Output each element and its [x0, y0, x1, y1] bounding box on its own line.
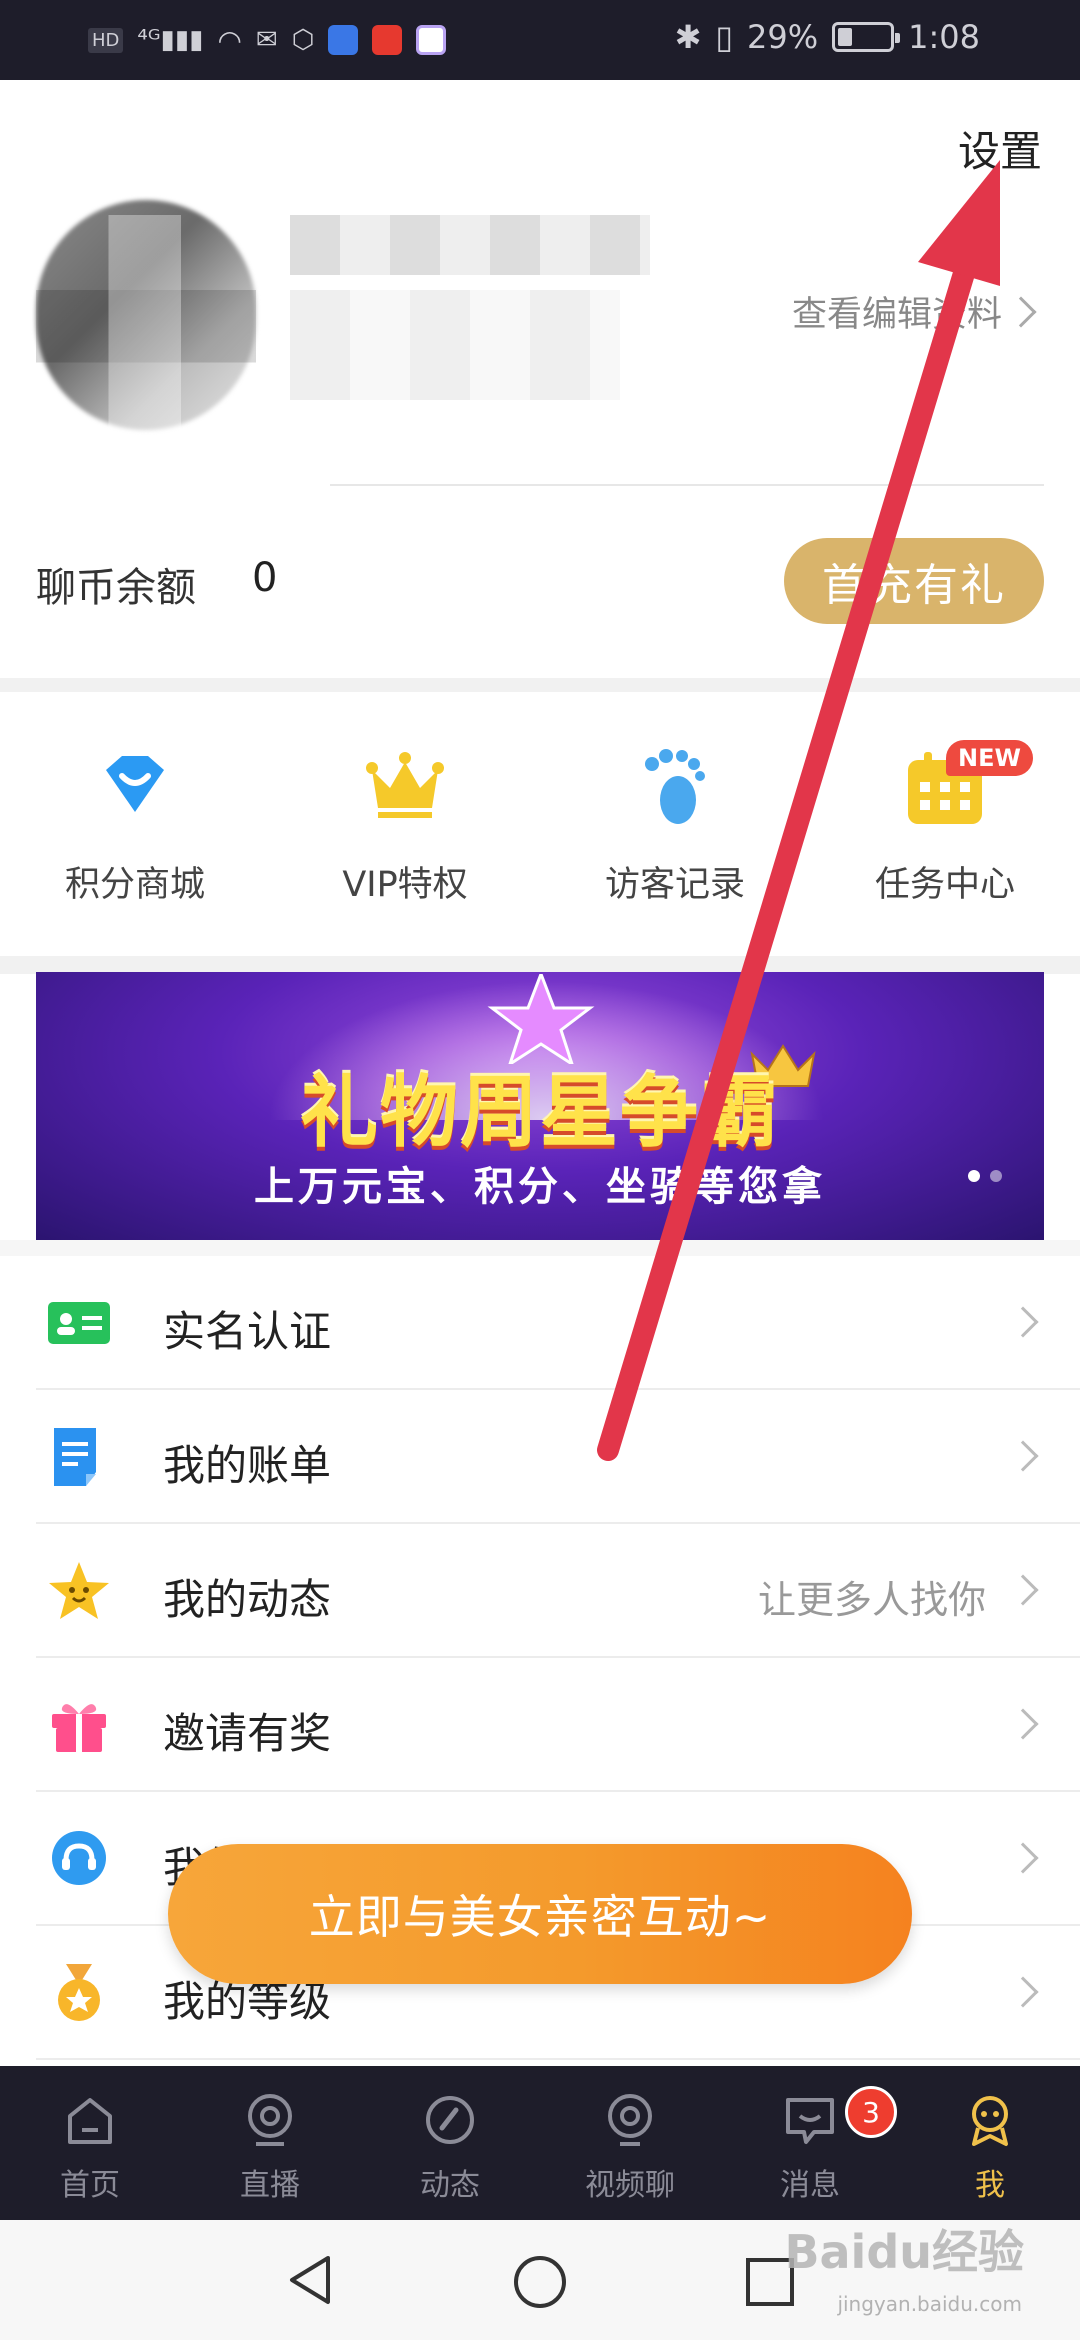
section-gap [0, 1240, 1080, 1256]
nav-tab-me[interactable]: 我 [900, 2066, 1080, 2220]
chevron-right-icon [1005, 295, 1037, 328]
chevron-right-icon [1007, 1842, 1039, 1874]
home-icon [68, 2098, 112, 2144]
status-right: ✱ ▯ 29% 1:08 [675, 18, 980, 56]
bluetooth-icon: ✱ [674, 18, 702, 56]
user-info-blurred [290, 290, 620, 400]
star-icon [49, 1562, 109, 1619]
message-icon [786, 2098, 834, 2144]
chevron-right-icon [1007, 1976, 1039, 2008]
footprint-icon [645, 749, 705, 824]
back-icon[interactable] [284, 2252, 336, 2308]
status-bar: HD ⁴ᴳ▮▮▮ ◠ ✉ ⬡ ✱ ▯ 29% 1:08 [0, 0, 1080, 80]
nav-label: 首页 [60, 2168, 120, 2203]
chevron-right-icon [1007, 1440, 1039, 1472]
menu-label: 邀请有奖 [163, 1709, 332, 1758]
battery-icon [832, 22, 901, 52]
edit-profile-link[interactable]: 查看编辑资料 [791, 286, 1037, 337]
quick-actions: 积分商城 VIP特权 访客记录 任务中心 [0, 692, 1080, 956]
page-dot-active [968, 1170, 980, 1182]
divider [330, 484, 1044, 486]
id-card-icon [48, 1302, 110, 1344]
nav-label: 视频聊 [585, 2168, 675, 2203]
menu-hint: 让更多人找你 [757, 1578, 986, 1622]
quick-label: VIP特权 [342, 865, 468, 905]
banner-title: 礼物周星争霸 [299, 1068, 780, 1158]
nav-tab-video-chat[interactable]: 视频聊 [540, 2066, 720, 2220]
section-gap [0, 678, 1080, 692]
banner-subtitle: 上万元宝、积分、坐骑等您拿 [254, 1164, 826, 1210]
menu-label: 我的动态 [163, 1575, 332, 1624]
nav-tab-moments[interactable]: 动态 [360, 2066, 540, 2220]
medal-icon [58, 1964, 100, 2021]
avatar-pixelation [36, 215, 256, 435]
menu-label: 实名认证 [163, 1307, 332, 1356]
quick-label: 积分商城 [64, 865, 205, 905]
menu-item-real-name[interactable]: 实名认证 [0, 1256, 1080, 1390]
menu-item-moments[interactable]: 我的动态 让更多人找你 [0, 1524, 1080, 1658]
chevron-right-icon [1007, 1708, 1039, 1740]
username-blurred [290, 215, 650, 275]
music-app-icon [328, 25, 359, 55]
home-circle-icon[interactable] [512, 2254, 568, 2310]
quick-item-visitors[interactable]: 访客记录 [540, 692, 810, 956]
gift-icon [52, 1704, 106, 1752]
menu-item-bill[interactable]: 我的账单 [0, 1390, 1080, 1524]
wifi-icon: ◠ [217, 23, 242, 57]
mail-icon: ✉ [255, 25, 278, 55]
nav-label: 直播 [240, 2168, 300, 2203]
quick-label: 访客记录 [604, 865, 745, 905]
balance-label: 聊币余额 [36, 565, 196, 611]
quick-item-task-center[interactable]: 任务中心 [810, 692, 1080, 956]
divider [36, 2058, 1080, 2060]
crown-icon [366, 752, 444, 818]
profile-icon [972, 2096, 1008, 2146]
hexagon-icon: ⬡ [291, 25, 315, 55]
chevron-right-icon [1007, 1306, 1039, 1338]
first-recharge-button[interactable]: 首充有礼 [784, 538, 1044, 624]
battery-level [838, 28, 853, 46]
nav-label: 动态 [420, 2168, 480, 2203]
profile-page: HD ⁴ᴳ▮▮▮ ◠ ✉ ⬡ ✱ ▯ 29% 1:08 设置 查看编辑资料 聊币… [0, 0, 1080, 2340]
nav-tab-live[interactable]: 直播 [180, 2066, 360, 2220]
chevron-right-icon [1007, 1574, 1039, 1606]
nav-label: 我 [975, 2168, 1005, 2203]
nav-label: 消息 [780, 2168, 840, 2203]
bill-icon [54, 1428, 96, 1486]
page-dot [990, 1170, 1002, 1182]
bottom-nav: 首页 直播 动态 视频聊 消息 我 [0, 2066, 1080, 2220]
circle-app-icon [416, 25, 447, 55]
edit-profile-label: 查看编辑资料 [791, 295, 1002, 335]
moments-icon [426, 2096, 474, 2144]
balance-value: 0 [252, 555, 278, 601]
menu-item-invite[interactable]: 邀请有奖 [0, 1658, 1080, 1792]
banner-pagination [968, 1170, 1002, 1182]
settings-button[interactable]: 设置 [958, 118, 1042, 179]
news-app-icon [372, 25, 403, 55]
signal-icon: ⁴ᴳ▮▮▮ [137, 25, 204, 55]
clock: 1:08 [908, 18, 980, 56]
shop-bag-icon [106, 756, 164, 812]
new-badge: NEW [946, 740, 1033, 776]
video-chat-icon [608, 2094, 652, 2146]
service-icon [52, 1831, 106, 1885]
quick-item-vip[interactable]: VIP特权 [270, 692, 540, 956]
battery-percent: 29% [747, 18, 819, 56]
interact-promo-button[interactable]: 立即与美女亲密互动~ [168, 1844, 912, 1984]
nav-tab-home[interactable]: 首页 [0, 2066, 180, 2220]
vibrate-icon: ▯ [715, 18, 734, 56]
menu-label: 我的账单 [163, 1441, 332, 1490]
hd-indicator: HD [88, 27, 124, 53]
live-icon [248, 2094, 292, 2146]
quick-label: 任务中心 [874, 865, 1015, 905]
status-left: HD ⁴ᴳ▮▮▮ ◠ ✉ ⬡ [88, 20, 447, 60]
baidu-watermark-url: jingyan.baidu.com [837, 2292, 1022, 2316]
baidu-watermark: Baidu经验 [784, 2225, 1024, 2279]
promo-banner[interactable]: 礼物周星争霸 上万元宝、积分、坐骑等您拿 [36, 972, 1044, 1240]
quick-item-points-mall[interactable]: 积分商城 [0, 692, 270, 956]
unread-badge: 3 [845, 2086, 897, 2138]
